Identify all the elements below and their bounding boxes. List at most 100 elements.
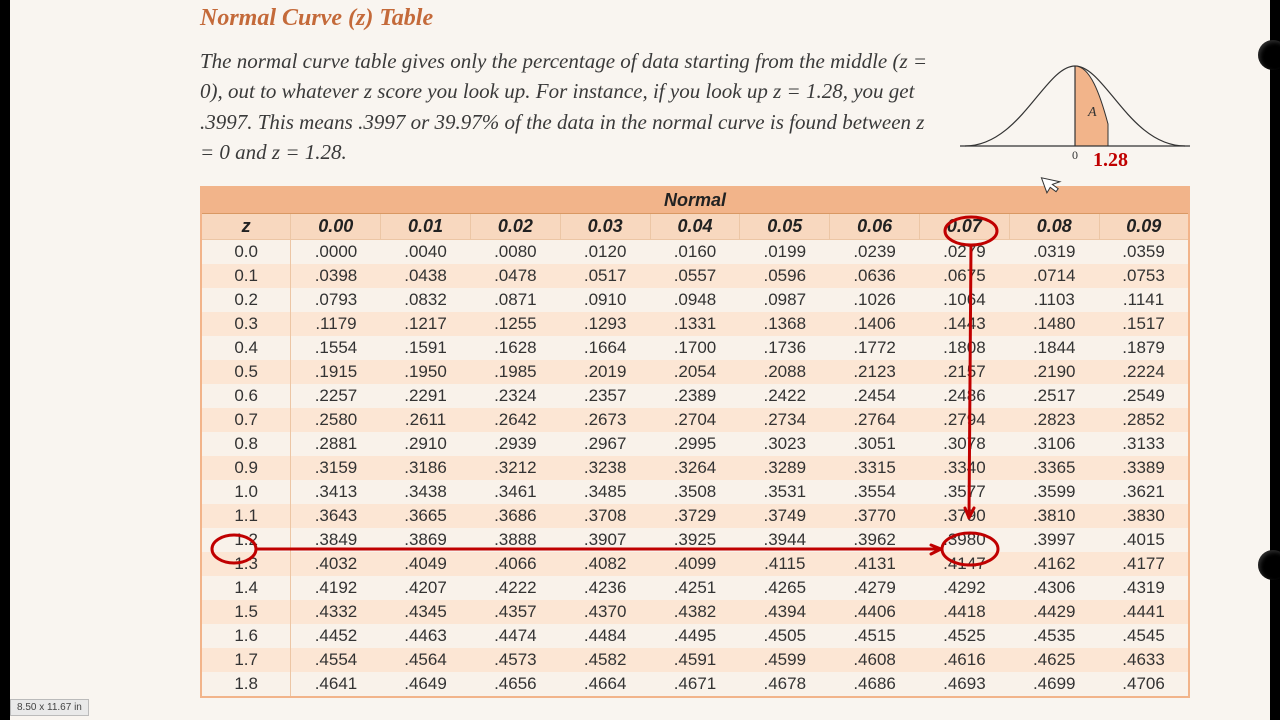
z-value-cell: .1808 [920,336,1010,360]
page-title: Normal Curve (z) Table [200,5,1190,32]
z-value-cell: .0910 [560,288,650,312]
z-row-label: 1.2 [201,528,291,552]
page-dimensions-badge: 8.50 x 11.67 in [10,699,89,716]
z-value-cell: .4441 [1099,600,1189,624]
z-value-cell: .2454 [830,384,920,408]
table-row: 0.1.0398.0438.0478.0517.0557.0596.0636.0… [201,264,1189,288]
z-value-cell: .0199 [740,239,830,264]
z-value-cell: .1064 [920,288,1010,312]
z-value-cell: .3962 [830,528,920,552]
z-value-cell: .4099 [650,552,740,576]
z-value-cell: .1255 [470,312,560,336]
table-row: 1.3.4032.4049.4066.4082.4099.4115.4131.4… [201,552,1189,576]
z-value-cell: .1293 [560,312,650,336]
z-value-cell: .3413 [291,480,381,504]
z-value-cell: .2054 [650,360,740,384]
z-value-cell: .0753 [1099,264,1189,288]
table-row: 1.5.4332.4345.4357.4370.4382.4394.4406.4… [201,600,1189,624]
col-header: 0.02 [470,213,560,239]
z-value-cell: .1985 [470,360,560,384]
z-value-cell: .0279 [920,239,1010,264]
z-value-cell: .4192 [291,576,381,600]
z-value-cell: .4495 [650,624,740,648]
z-row-label: 0.9 [201,456,291,480]
z-value-cell: .4463 [381,624,471,648]
z-value-cell: .4535 [1009,624,1099,648]
z-value-cell: .4177 [1099,552,1189,576]
z-value-cell: .2291 [381,384,471,408]
z-value-cell: .4656 [470,672,560,697]
z-value-cell: .4515 [830,624,920,648]
z-row-label: 0.6 [201,384,291,408]
z-value-cell: .4222 [470,576,560,600]
z-value-cell: .4082 [560,552,650,576]
z-value-cell: .2019 [560,360,650,384]
z-value-cell: .3810 [1009,504,1099,528]
z-value-cell: .2967 [560,432,650,456]
z-row-label: 0.5 [201,360,291,384]
z-value-cell: .3531 [740,480,830,504]
z-value-cell: .4649 [381,672,471,697]
z-value-cell: .4131 [830,552,920,576]
z-value-cell: .4625 [1009,648,1099,672]
z-value-cell: .1480 [1009,312,1099,336]
z-value-cell: .4693 [920,672,1010,697]
z-value-cell: .1628 [470,336,560,360]
z-value-cell: .3708 [560,504,650,528]
z-value-cell: .3389 [1099,456,1189,480]
table-title: Normal [201,187,1189,214]
z-value-cell: .4279 [830,576,920,600]
z-value-cell: .4505 [740,624,830,648]
z-value-cell: .4706 [1099,672,1189,697]
z-value-cell: .0438 [381,264,471,288]
z-value-cell: .2422 [740,384,830,408]
z-row-label: 0.4 [201,336,291,360]
z-value-cell: .0832 [381,288,471,312]
z-value-cell: .2734 [740,408,830,432]
z-value-cell: .2257 [291,384,381,408]
z-value-cell: .0359 [1099,239,1189,264]
z-row-label: 1.4 [201,576,291,600]
z-value-cell: .2357 [560,384,650,408]
z-value-cell: .3869 [381,528,471,552]
z-value-cell: .4382 [650,600,740,624]
z-value-cell: .1406 [830,312,920,336]
z-value-cell: .0596 [740,264,830,288]
z-value-cell: .4418 [920,600,1010,624]
z-value-cell: .3485 [560,480,650,504]
z-value-cell: .2580 [291,408,381,432]
z-value-cell: .4452 [291,624,381,648]
table-row: 1.8.4641.4649.4656.4664.4671.4678.4686.4… [201,672,1189,697]
z-value-cell: .0675 [920,264,1010,288]
z-value-cell: .4554 [291,648,381,672]
z-row-label: 0.0 [201,239,291,264]
z-row-label: 0.3 [201,312,291,336]
textbook-page: Normal Curve (z) Table The normal curve … [10,0,1270,720]
col-header: 0.01 [381,213,471,239]
z-value-cell: .4162 [1009,552,1099,576]
z-value-cell: .4616 [920,648,1010,672]
table-row: 1.1.3643.3665.3686.3708.3729.3749.3770.3… [201,504,1189,528]
z-value-cell: .1179 [291,312,381,336]
col-header: 0.00 [291,213,381,239]
description-row: The normal curve table gives only the pe… [200,46,1190,168]
z-value-cell: .1517 [1099,312,1189,336]
z-value-cell: .3289 [740,456,830,480]
table-row: 0.8.2881.2910.2939.2967.2995.3023.3051.3… [201,432,1189,456]
z-value-cell: .4319 [1099,576,1189,600]
z-value-cell: .0557 [650,264,740,288]
z-value-cell: .4608 [830,648,920,672]
z-value-cell: .4306 [1009,576,1099,600]
z-value-cell: .1915 [291,360,381,384]
z-value-cell: .3133 [1099,432,1189,456]
z-row-label: 0.8 [201,432,291,456]
z-value-cell: .2642 [470,408,560,432]
z-value-cell: .4032 [291,552,381,576]
z-value-cell: .3365 [1009,456,1099,480]
z-value-cell: .3925 [650,528,740,552]
table-row: 1.4.4192.4207.4222.4236.4251.4265.4279.4… [201,576,1189,600]
z-value-cell: .0636 [830,264,920,288]
z-value-cell: .4147 [920,552,1010,576]
z-value-cell: .4641 [291,672,381,697]
z-value-cell: .2190 [1009,360,1099,384]
